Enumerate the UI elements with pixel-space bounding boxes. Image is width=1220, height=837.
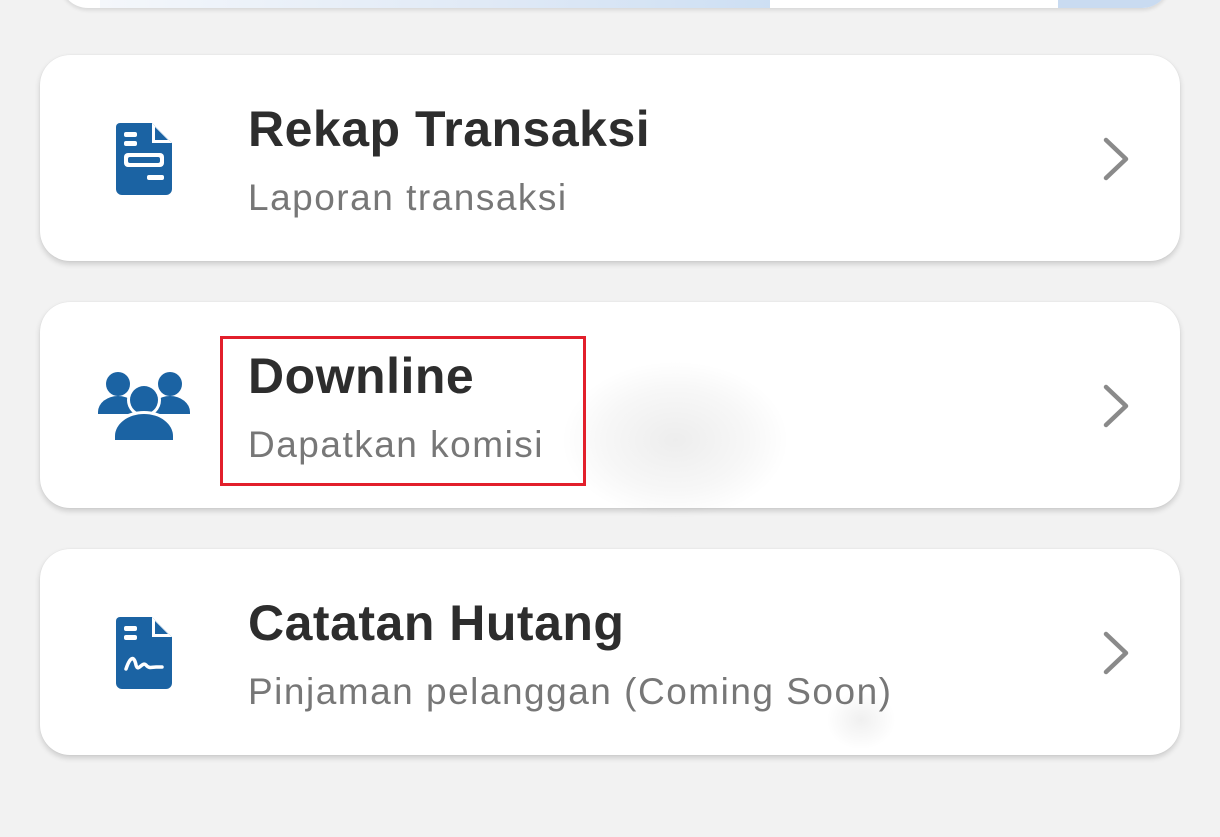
document-receipt-icon (96, 117, 192, 201)
menu-item-text: Catatan Hutang Pinjaman pelanggan (Comin… (248, 593, 892, 717)
menu-item-text: Rekap Transaksi Laporan transaksi (248, 99, 650, 223)
signed-document-icon (96, 611, 192, 695)
banner-segment-right (1058, 0, 1170, 8)
banner-segment-left (100, 0, 770, 8)
chevron-right-icon (1103, 384, 1129, 428)
menu-item-rekap-transaksi[interactable]: Rekap Transaksi Laporan transaksi (40, 55, 1180, 261)
top-banner-card (60, 0, 1170, 8)
highlight-annotation-box (220, 336, 586, 486)
menu-item-downline[interactable]: Downline Dapatkan komisi (40, 302, 1180, 508)
menu-item-title: Rekap Transaksi (248, 101, 651, 157)
chevron-right-icon (1103, 137, 1129, 181)
menu-item-title: Catatan Hutang (248, 595, 625, 651)
menu-item-subtitle: Laporan transaksi (248, 177, 568, 218)
menu-item-catatan-hutang[interactable]: Catatan Hutang Pinjaman pelanggan (Comin… (40, 549, 1180, 755)
menu-item-subtitle: Pinjaman pelanggan (Coming Soon) (248, 671, 893, 712)
group-users-icon (96, 364, 192, 448)
chevron-right-icon (1103, 631, 1129, 675)
banner-segment-middle (788, 0, 1044, 8)
